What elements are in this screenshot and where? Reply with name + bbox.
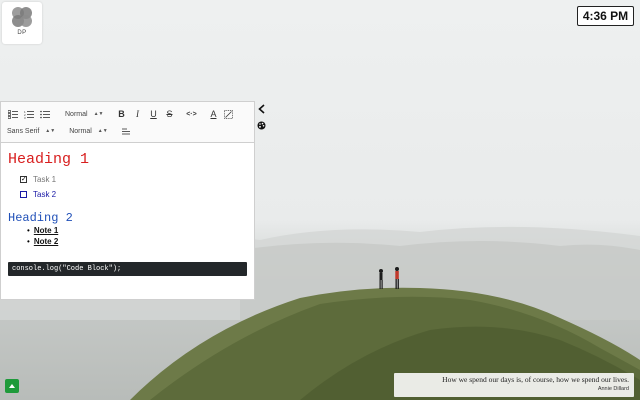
heading-select-value: Normal [65,110,88,118]
rich-text-editor: 123 Normal ▲▼ B I U S <·> A Sans Serif ▲… [0,101,255,300]
caret-up-icon [9,384,15,388]
checklist-icon[interactable] [7,107,19,121]
bold-button[interactable]: B [115,107,127,121]
quote-widget: How we spend our days is, of course, how… [394,373,634,397]
toolbar-row-1: 123 Normal ▲▼ B I U S <·> A [7,106,234,122]
italic-button[interactable]: I [131,107,143,121]
code-block: console.log("Code Block"); [8,262,247,276]
heading-2: Heading 2 [8,211,73,225]
palette-icon [257,121,265,129]
quote-author: Annie Dillard [597,386,629,392]
font-family-select-value: Sans Serif [7,127,40,135]
heading-1: Heading 1 [8,151,90,168]
bullet-icon: • [27,237,30,246]
logo-label: DP [17,30,27,36]
select-caret-icon: ▲▼ [45,128,56,134]
toolbar-row-2: Sans Serif ▲▼ Normal ▲▼ [7,123,132,139]
task-item[interactable]: Task 2 [20,187,247,202]
font-family-select[interactable]: Sans Serif ▲▼ [7,128,55,135]
list-item: • Note 1 [27,225,247,236]
editor-toolbar: 123 Normal ▲▼ B I U S <·> A Sans Serif ▲… [1,102,254,143]
align-icon[interactable] [120,124,132,138]
task-label: Task 2 [33,190,57,199]
theme-palette-button[interactable] [256,119,266,131]
font-size-select[interactable]: Normal ▲▼ [69,128,107,135]
chevron-left-icon [257,104,265,114]
font-size-select-value: Normal [69,127,92,135]
checkbox-unchecked-icon[interactable] [20,191,27,198]
heading-select[interactable]: Normal ▲▼ [65,111,103,118]
task-label: Task 1 [33,175,57,184]
ordered-list-icon[interactable]: 123 [23,107,35,121]
clear-format-icon[interactable] [222,107,234,121]
select-caret-icon: ▲▼ [93,111,104,117]
svg-text:3: 3 [24,116,26,119]
strikethrough-button[interactable]: S [163,107,175,121]
underline-button[interactable]: U [147,107,159,121]
font-color-button[interactable]: A [207,107,219,121]
bullet-list-icon[interactable] [39,107,51,121]
checkbox-checked-icon[interactable]: ✓ [20,176,27,183]
note-link[interactable]: Note 2 [34,237,58,246]
quote-text: How we spend our days is, of course, how… [442,375,629,384]
clock-display: 4:36 PM [577,6,634,26]
task-item[interactable]: ✓ Task 1 [20,172,247,187]
collapse-panel-button[interactable] [256,103,266,115]
bullet-icon: • [27,226,30,235]
list-item: • Note 2 [27,236,247,247]
code-button[interactable]: <·> [185,107,197,121]
expand-up-button[interactable] [5,379,19,393]
editor-content[interactable]: Heading 1 ✓ Task 1 Task 2 Heading 2 • No… [1,143,254,282]
dp-logo-icon [12,7,32,27]
note-link[interactable]: Note 1 [34,226,58,235]
app-logo-tile[interactable]: DP [2,2,42,44]
select-caret-icon: ▲▼ [97,128,108,134]
